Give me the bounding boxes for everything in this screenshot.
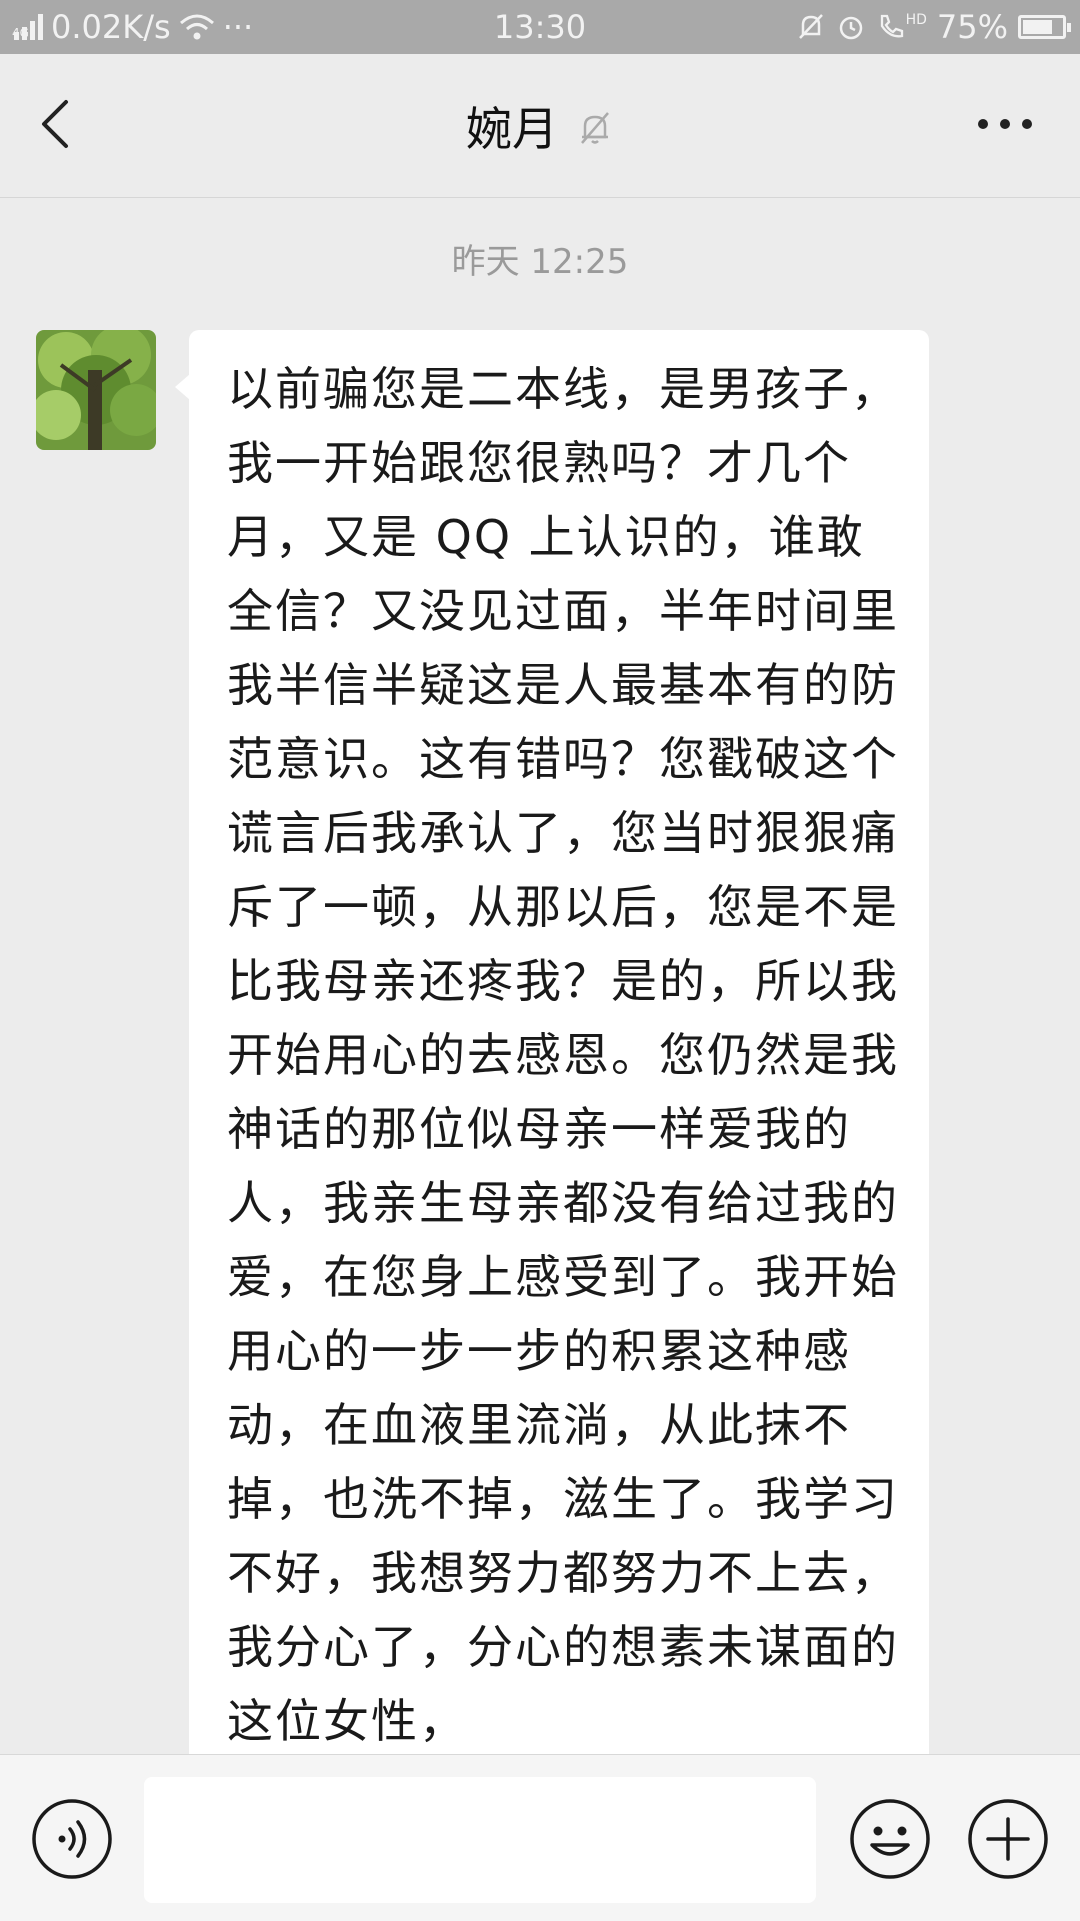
alarm-off-icon (798, 14, 823, 39)
avatar[interactable] (36, 330, 156, 450)
input-bar (0, 1754, 1080, 1921)
message-timestamp: 昨天 12:25 (451, 242, 629, 282)
plus-icon[interactable] (966, 1797, 1050, 1881)
hd-label: HD (905, 12, 927, 28)
status-bar: 4G 0.02K/s ··· 13:30 HD 75% (0, 0, 1080, 54)
message-text: 以前骗您是二本线，是男孩子，我一开始跟您很熟吗？才几个月，又是 QQ 上认识的，… (227, 362, 899, 1748)
battery-icon (1018, 15, 1071, 39)
chat-title[interactable]: 婉月 (466, 93, 558, 159)
emoji-icon[interactable] (848, 1797, 932, 1881)
tree-avatar-image (36, 330, 156, 450)
message-input[interactable] (144, 1777, 816, 1903)
status-right: HD 75% (796, 0, 1071, 54)
alarm-icon (839, 16, 862, 40)
message-bubble[interactable]: 以前骗您是二本线，是男孩子，我一开始跟您很熟吗？才几个月，又是 QQ 上认识的，… (175, 330, 929, 1754)
more-options-icon[interactable] (970, 104, 1040, 144)
phone-icon (880, 14, 903, 38)
mute-bell-icon (581, 111, 609, 144)
message-list[interactable]: 昨天 12:25 以前骗您是二本线，是男孩子，我一开始跟您很熟吗？才几个月，又是… (0, 198, 1080, 1754)
hd-call-icon: HD (876, 12, 927, 42)
voice-icon[interactable] (30, 1797, 114, 1881)
title-group: 婉月 (0, 54, 1080, 197)
battery-fill (1023, 20, 1052, 34)
chat-header: 婉月 (0, 54, 1080, 198)
battery-percent: 75% (936, 8, 1008, 46)
